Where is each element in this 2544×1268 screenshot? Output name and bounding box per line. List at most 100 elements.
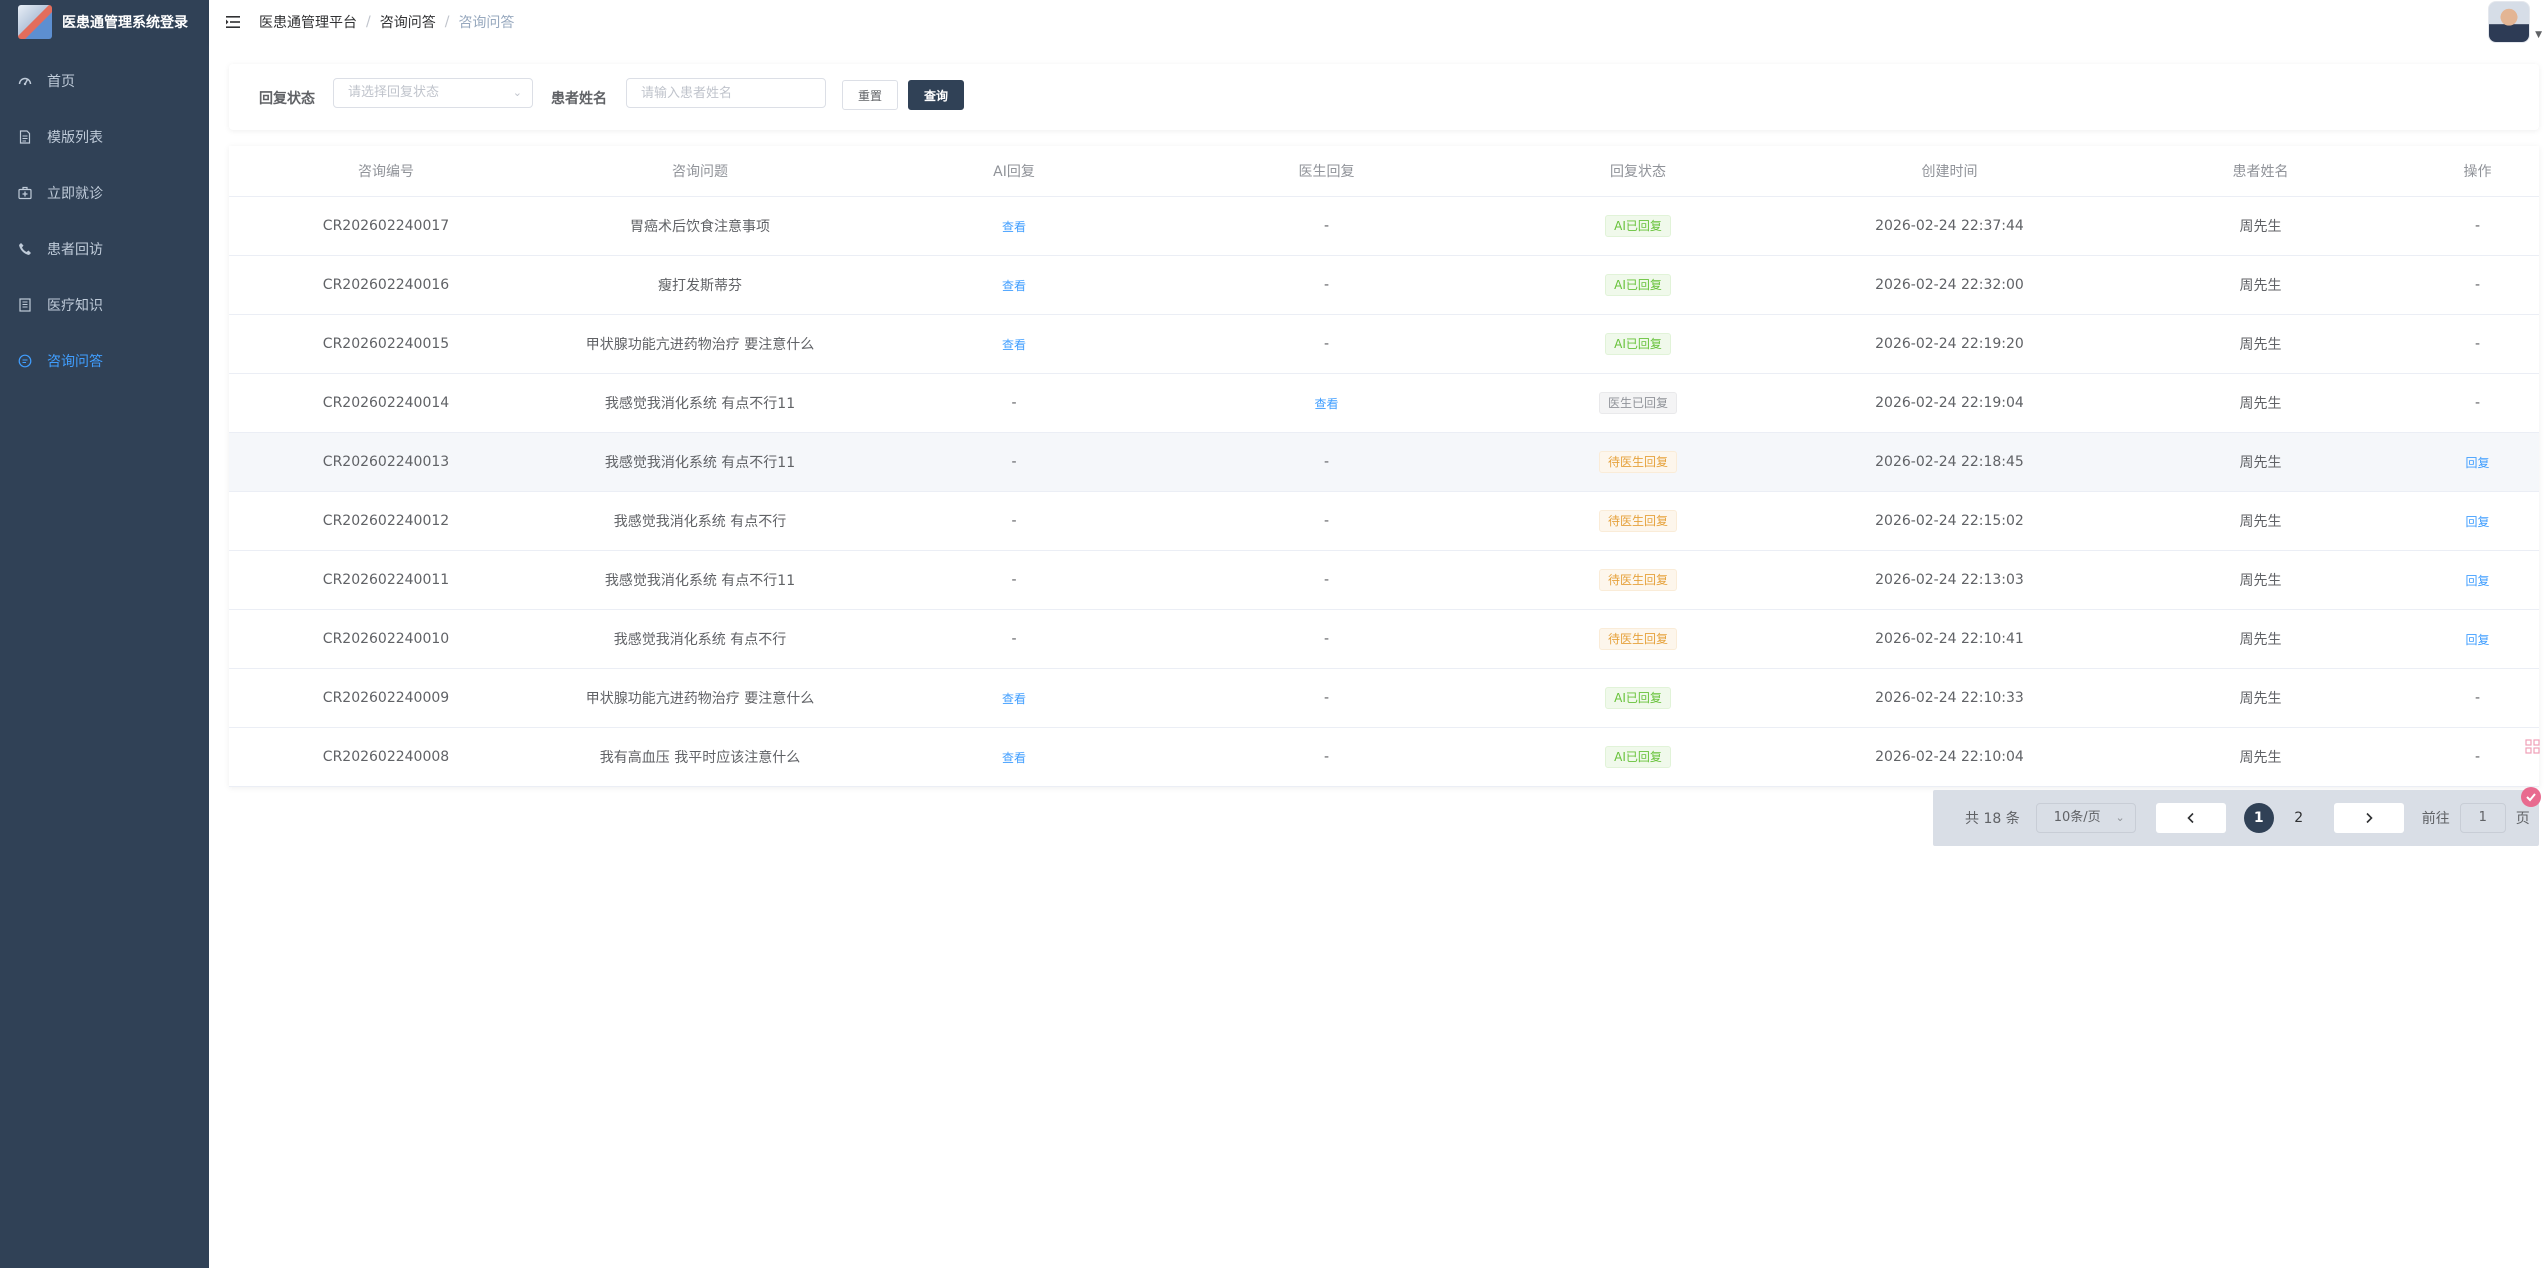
reset-button[interactable]: 重置 xyxy=(842,80,898,110)
table-cell: - xyxy=(1171,432,1482,492)
table-cell: CR202602240017 xyxy=(229,196,543,256)
chevron-down-icon: ⌄ xyxy=(512,86,522,99)
prev-page-button[interactable] xyxy=(2155,803,2226,833)
table-cell: 待医生回复 xyxy=(1482,609,1794,669)
sidebar-menu: 首页模版列表立即就诊患者回访医疗知识咨询问答 xyxy=(0,53,209,389)
avatar[interactable] xyxy=(2488,1,2530,43)
table-cell: 2026-02-24 22:10:41 xyxy=(1794,609,2105,669)
goto-page-input[interactable]: 1 xyxy=(2459,803,2506,833)
table-cell: - xyxy=(857,432,1171,492)
table-cell: 甲状腺功能亢进药物治疗 要注意什么 xyxy=(543,314,857,374)
reply-link[interactable]: 回复 xyxy=(2465,574,2489,588)
status-badge: AI已回复 xyxy=(1605,746,1671,768)
breadcrumb-item-platform[interactable]: 医患通管理平台 xyxy=(259,12,357,32)
grid-tool-icon[interactable] xyxy=(2524,738,2542,756)
status-select-placeholder: 请选择回复状态 xyxy=(348,85,440,100)
table-cell: - xyxy=(1171,550,1482,610)
sidebar-item-3[interactable]: 患者回访 xyxy=(0,221,209,277)
table-cell: CR202602240011 xyxy=(229,550,543,610)
table-cell: 胃癌术后饮食注意事项 xyxy=(543,196,857,256)
table-cell: 2026-02-24 22:37:44 xyxy=(1794,196,2105,256)
table-cell: - xyxy=(1171,491,1482,551)
table-cell: 2026-02-24 22:19:20 xyxy=(1794,314,2105,374)
table-header-row: 咨询编号 咨询问题 AI回复 医生回复 回复状态 创建时间 患者姓名 操作 xyxy=(229,146,2539,197)
table-cell: 2026-02-24 22:18:45 xyxy=(1794,432,2105,492)
table-cell: 我感觉我消化系统 有点不行11 xyxy=(543,373,857,433)
document-icon xyxy=(18,130,32,144)
breadcrumb-separator: / xyxy=(444,14,450,30)
status-filter-label: 回复状态 xyxy=(259,91,315,107)
phone-icon xyxy=(18,242,32,256)
table-cell: 查看 xyxy=(857,668,1171,728)
table-row: CR202602240016 瘦打发斯蒂芬 查看 - AI已回复 2026-02-24 2… xyxy=(229,255,2539,315)
table-cell: 待医生回复 xyxy=(1482,432,1794,492)
chevron-right-icon xyxy=(2366,812,2373,824)
sidebar-item-label: 立即就诊 xyxy=(47,186,103,202)
view-ai-reply-link[interactable]: 查看 xyxy=(1002,220,1026,234)
table-cell: 周先生 xyxy=(2105,609,2416,669)
chat-icon xyxy=(18,354,32,368)
column-header: 咨询问题 xyxy=(543,146,857,197)
table-cell: - xyxy=(1171,609,1482,669)
status-badge: 医生已回复 xyxy=(1598,392,1677,414)
page-number-2[interactable]: 2 xyxy=(2284,803,2314,833)
hamburger-icon[interactable] xyxy=(225,13,243,31)
view-ai-reply-link[interactable]: 查看 xyxy=(1002,751,1026,765)
table-cell: 甲状腺功能亢进药物治疗 要注意什么 xyxy=(543,668,857,728)
sidebar-item-4[interactable]: 医疗知识 xyxy=(0,277,209,333)
table-row: CR202602240013 我感觉我消化系统 有点不行11- - 待医生回复 2026… xyxy=(229,432,2539,492)
table-cell: 我有高血压 我平时应该注意什么 xyxy=(543,727,857,787)
table-cell: 查看 xyxy=(857,314,1171,374)
breadcrumb-item-consult[interactable]: 咨询问答 xyxy=(380,12,436,32)
status-select[interactable]: 请选择回复状态 ⌄ xyxy=(333,78,533,108)
sidebar-item-label: 首页 xyxy=(47,74,75,90)
column-header: 医生回复 xyxy=(1171,146,1482,197)
table-cell: - xyxy=(2416,196,2539,256)
sidebar-item-label: 患者回访 xyxy=(47,242,103,258)
view-ai-reply-link[interactable]: 查看 xyxy=(1002,279,1026,293)
dashboard-icon xyxy=(18,74,32,88)
table-cell: 周先生 xyxy=(2105,668,2416,728)
query-button[interactable]: 查询 xyxy=(908,80,964,110)
sidebar-item-0[interactable]: 首页 xyxy=(0,53,209,109)
reply-link[interactable]: 回复 xyxy=(2465,633,2489,647)
view-ai-reply-link[interactable]: 查看 xyxy=(1002,338,1026,352)
status-badge: 待医生回复 xyxy=(1598,628,1677,650)
pagination-total: 共 18 条 xyxy=(1965,811,2020,827)
assistant-float-icon[interactable] xyxy=(2520,786,2542,808)
sidebar-item-5[interactable]: 咨询问答 xyxy=(0,333,209,389)
table-cell: 2026-02-24 22:10:04 xyxy=(1794,727,2105,787)
patient-name-input[interactable] xyxy=(626,78,826,108)
breadcrumb-item-current: 咨询问答 xyxy=(458,15,515,31)
status-badge: 待医生回复 xyxy=(1598,451,1677,473)
reply-link[interactable]: 回复 xyxy=(2465,515,2489,529)
table-cell: 周先生 xyxy=(2105,314,2416,374)
navbar: 医患通管理平台 / 咨询问答 / 咨询问答 ▼ xyxy=(209,0,2544,44)
table-cell: 2026-02-24 22:13:03 xyxy=(1794,550,2105,610)
pagination: 共 18 条 10条/页 ⌄ 1 2 前往 1 页 xyxy=(1933,790,2539,846)
app-title: 医患通管理系统登录 xyxy=(62,15,188,31)
sidebar-item-1[interactable]: 模版列表 xyxy=(0,109,209,165)
table-cell: AI已回复 xyxy=(1482,727,1794,787)
page-number-1[interactable]: 1 xyxy=(2243,803,2274,833)
caret-down-icon[interactable]: ▼ xyxy=(2535,30,2542,40)
view-doctor-reply-link[interactable]: 查看 xyxy=(1314,397,1338,411)
table-row: CR202602240011 我感觉我消化系统 有点不行11- - 待医生回复 2026… xyxy=(229,550,2539,610)
table-cell: - xyxy=(857,373,1171,433)
column-header: 咨询编号 xyxy=(229,146,543,197)
table-cell: 医生已回复 xyxy=(1482,373,1794,433)
table-row: CR202602240014 我感觉我消化系统 有点不行11- 查看 医生已回复 202… xyxy=(229,373,2539,433)
chevron-left-icon xyxy=(2187,812,2194,824)
table-cell: CR202602240012 xyxy=(229,491,543,551)
table-cell: 我感觉我消化系统 有点不行 xyxy=(543,491,857,551)
search-form: 回复状态 请选择回复状态 ⌄ 患者姓名 重置 查询 xyxy=(229,64,2539,130)
sidebar-item-label: 咨询问答 xyxy=(47,354,103,370)
reply-link[interactable]: 回复 xyxy=(2465,456,2489,470)
page-size-select[interactable]: 10条/页 ⌄ xyxy=(2035,803,2136,833)
table-cell: 周先生 xyxy=(2105,550,2416,610)
next-page-button[interactable] xyxy=(2333,803,2404,833)
view-ai-reply-link[interactable]: 查看 xyxy=(1002,692,1026,706)
consult-table: 咨询编号 咨询问题 AI回复 医生回复 回复状态 创建时间 患者姓名 操作 CR2026022… xyxy=(229,146,2539,787)
table-cell: 2026-02-24 22:32:00 xyxy=(1794,255,2105,315)
sidebar-item-2[interactable]: 立即就诊 xyxy=(0,165,209,221)
